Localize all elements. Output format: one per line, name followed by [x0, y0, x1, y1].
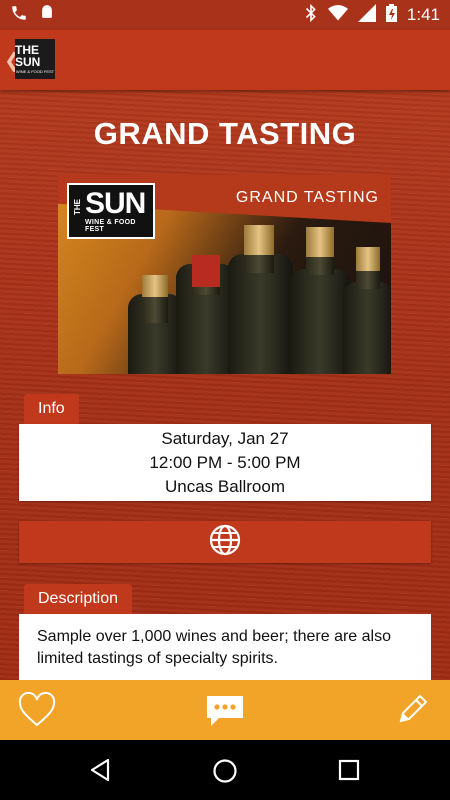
bottle-cap	[356, 247, 380, 271]
description-card: Sample over 1,000 wines and beer; there …	[19, 614, 431, 680]
website-button[interactable]	[19, 521, 431, 563]
event-detail: GRAND TASTING GRAND TASTING THE SUN WINE…	[0, 90, 450, 680]
back-triangle-icon[interactable]	[88, 758, 112, 787]
logo-subtitle: WINE & FOOD FEST	[85, 219, 136, 233]
event-time: 12:00 PM - 5:00 PM	[149, 453, 301, 472]
phone-icon	[10, 4, 28, 27]
event-date: Saturday, Jan 27	[161, 429, 289, 448]
info-tab: Info	[24, 394, 79, 424]
bottle-cap	[192, 255, 220, 287]
status-bar: 1:41	[0, 0, 450, 30]
app-logo-line2: WINE & FOOD FEST	[15, 69, 55, 74]
signal-icon	[357, 3, 376, 27]
festival-logo: THE SUN WINE & FOOD FEST	[67, 183, 155, 239]
home-circle-icon[interactable]	[212, 758, 238, 789]
bottle-shape	[290, 269, 350, 374]
app-logo-line1: THE SUN	[15, 43, 41, 69]
heart-icon[interactable]	[18, 691, 56, 733]
globe-icon	[209, 524, 241, 561]
page-title: GRAND TASTING	[93, 116, 357, 151]
action-bar	[0, 680, 450, 740]
bottle-cap	[306, 227, 334, 257]
app-bar: ❮ THE SUN WINE & FOOD FEST	[0, 30, 450, 90]
bluetooth-icon	[304, 3, 318, 27]
logo-sun: SUN	[85, 187, 146, 220]
bottle-cap	[142, 275, 168, 297]
info-card: Saturday, Jan 27 12:00 PM - 5:00 PM Unca…	[19, 424, 431, 501]
banner-label: GRAND TASTING	[235, 189, 379, 206]
pencil-icon[interactable]	[396, 692, 430, 731]
app-logo[interactable]: THE SUN WINE & FOOD FEST	[15, 39, 55, 79]
description-text: Sample over 1,000 wines and beer; there …	[37, 628, 391, 667]
logo-the: THE	[73, 199, 82, 215]
bottle-neck	[142, 293, 168, 323]
android-icon	[38, 4, 56, 27]
recents-square-icon[interactable]	[338, 759, 360, 786]
event-banner-image: GRAND TASTING THE SUN WINE & FOOD FEST	[58, 175, 391, 374]
wifi-icon	[327, 4, 348, 26]
system-nav-bar	[0, 740, 450, 800]
battery-icon	[385, 3, 397, 27]
description-tab: Description	[24, 584, 133, 614]
bottle-shape	[343, 282, 391, 374]
clock: 1:41	[406, 5, 440, 24]
chat-icon[interactable]	[205, 694, 245, 733]
bottle-cap	[244, 225, 274, 255]
event-location[interactable]: Uncas Ballroom	[19, 475, 431, 498]
